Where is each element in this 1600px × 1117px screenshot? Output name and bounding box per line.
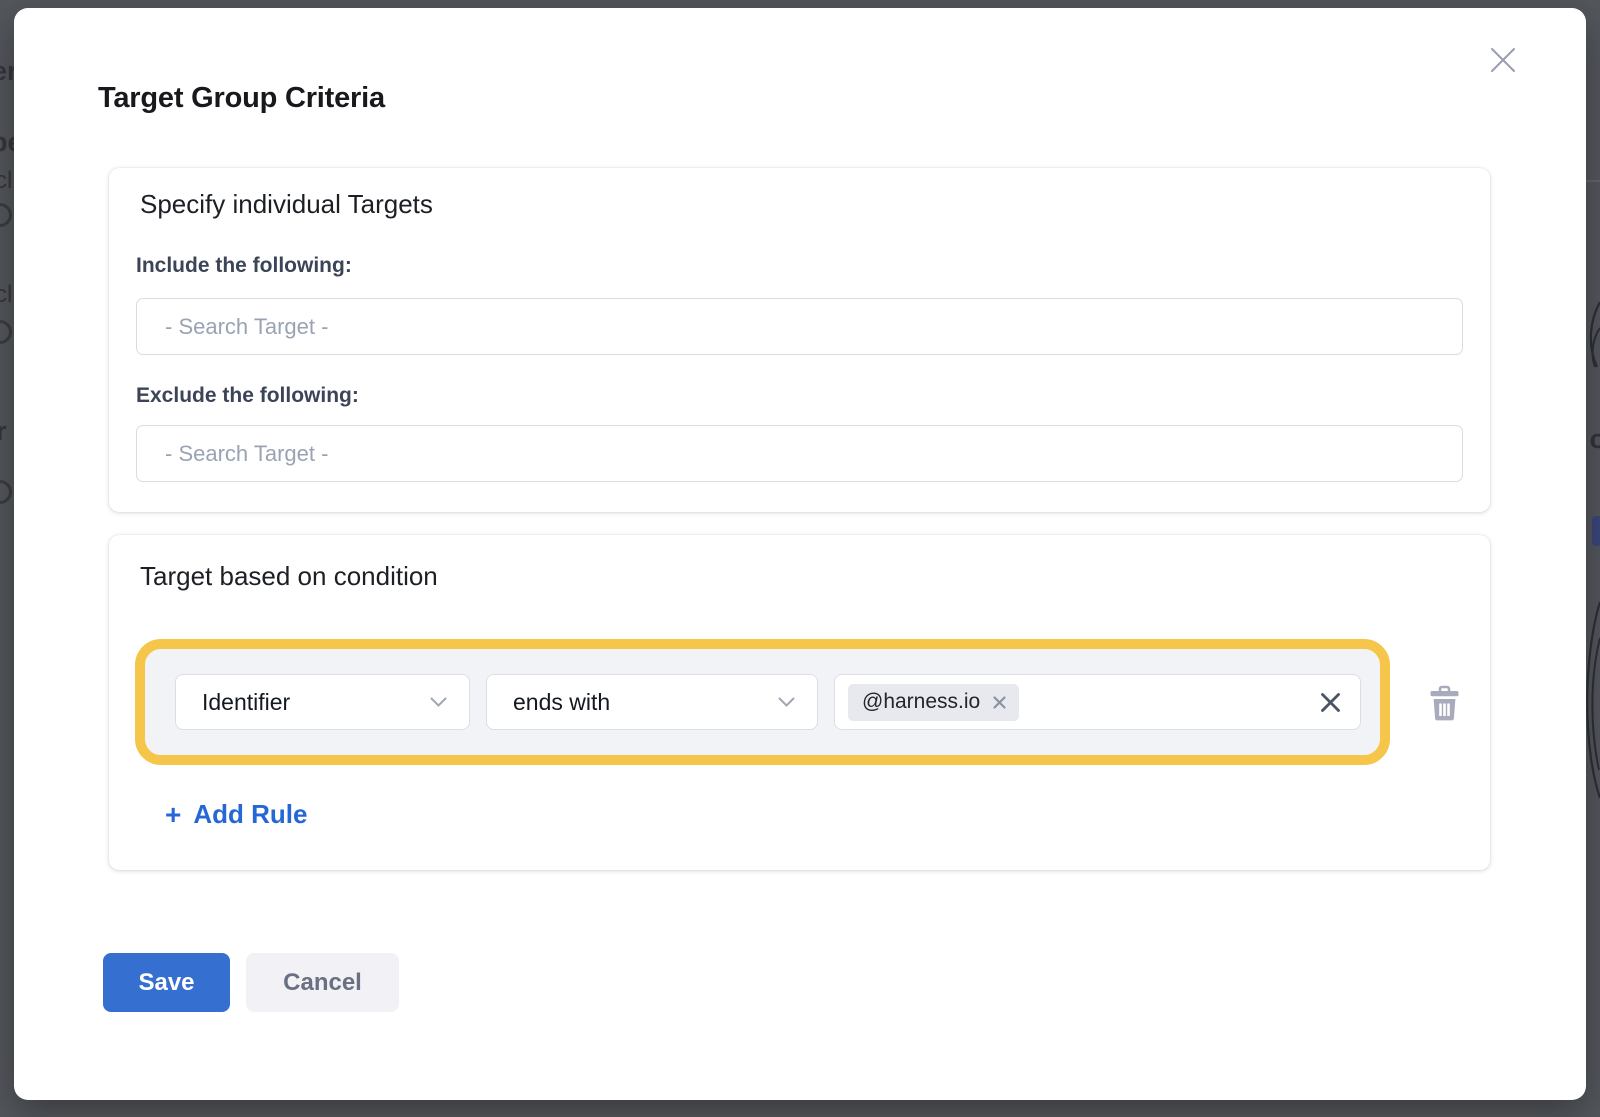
exclude-target-search-input[interactable] xyxy=(136,425,1463,482)
add-rule-label: Add Rule xyxy=(193,799,307,830)
close-icon xyxy=(1488,45,1518,75)
background-text-fragment: cl xyxy=(0,167,12,195)
value-tag-label: @harness.io xyxy=(862,690,980,714)
background-doodle xyxy=(1586,300,1600,368)
chevron-down-icon xyxy=(778,697,795,707)
individual-targets-heading: Specify individual Targets xyxy=(140,189,433,220)
condition-heading: Target based on condition xyxy=(140,561,438,592)
radio-button-fragment xyxy=(0,480,12,504)
background-text-fragment: cl xyxy=(0,281,12,309)
chevron-down-icon xyxy=(430,697,447,707)
page-title: Target Group Criteria xyxy=(98,82,385,115)
background-text-fragment: o xyxy=(1590,424,1600,455)
operator-select-value: ends with xyxy=(513,689,610,716)
plus-icon: + xyxy=(165,801,181,829)
delete-rule-button[interactable] xyxy=(1427,685,1461,725)
background-divider-fragment xyxy=(1586,180,1600,182)
target-group-criteria-modal: Target Group Criteria Specify individual… xyxy=(14,8,1586,1100)
tag-remove-icon xyxy=(992,695,1007,710)
save-button[interactable]: Save xyxy=(103,953,230,1012)
value-tag: @harness.io xyxy=(848,684,1019,721)
operator-select[interactable]: ends with xyxy=(486,674,818,730)
include-label: Include the following: xyxy=(136,254,352,278)
page: { "colors": { "overlay": "#54575c", "acc… xyxy=(0,0,1600,1117)
clear-values-button[interactable] xyxy=(1318,691,1342,715)
remove-tag-button[interactable] xyxy=(992,695,1007,710)
cancel-button[interactable]: Cancel xyxy=(246,953,399,1012)
radio-button-fragment xyxy=(0,203,12,227)
attribute-select-value: Identifier xyxy=(202,689,290,716)
background-doodle xyxy=(1586,598,1600,803)
condition-rule-row: Identifier ends with @harness.io xyxy=(135,639,1390,765)
background-text-fragment: r xyxy=(0,416,7,447)
attribute-select[interactable]: Identifier xyxy=(175,674,470,730)
condition-section: Target based on condition Identifier end… xyxy=(109,535,1490,870)
background-accent-fragment xyxy=(1592,516,1600,546)
radio-button-fragment xyxy=(0,320,12,344)
rule-values-input[interactable]: @harness.io xyxy=(834,674,1361,730)
trash-icon xyxy=(1429,685,1460,722)
close-button[interactable] xyxy=(1486,44,1520,78)
include-target-search-input[interactable] xyxy=(136,298,1463,355)
add-rule-button[interactable]: + Add Rule xyxy=(165,799,307,830)
exclude-label: Exclude the following: xyxy=(136,384,359,408)
individual-targets-section: Specify individual Targets Include the f… xyxy=(109,168,1490,512)
clear-icon xyxy=(1319,691,1342,714)
